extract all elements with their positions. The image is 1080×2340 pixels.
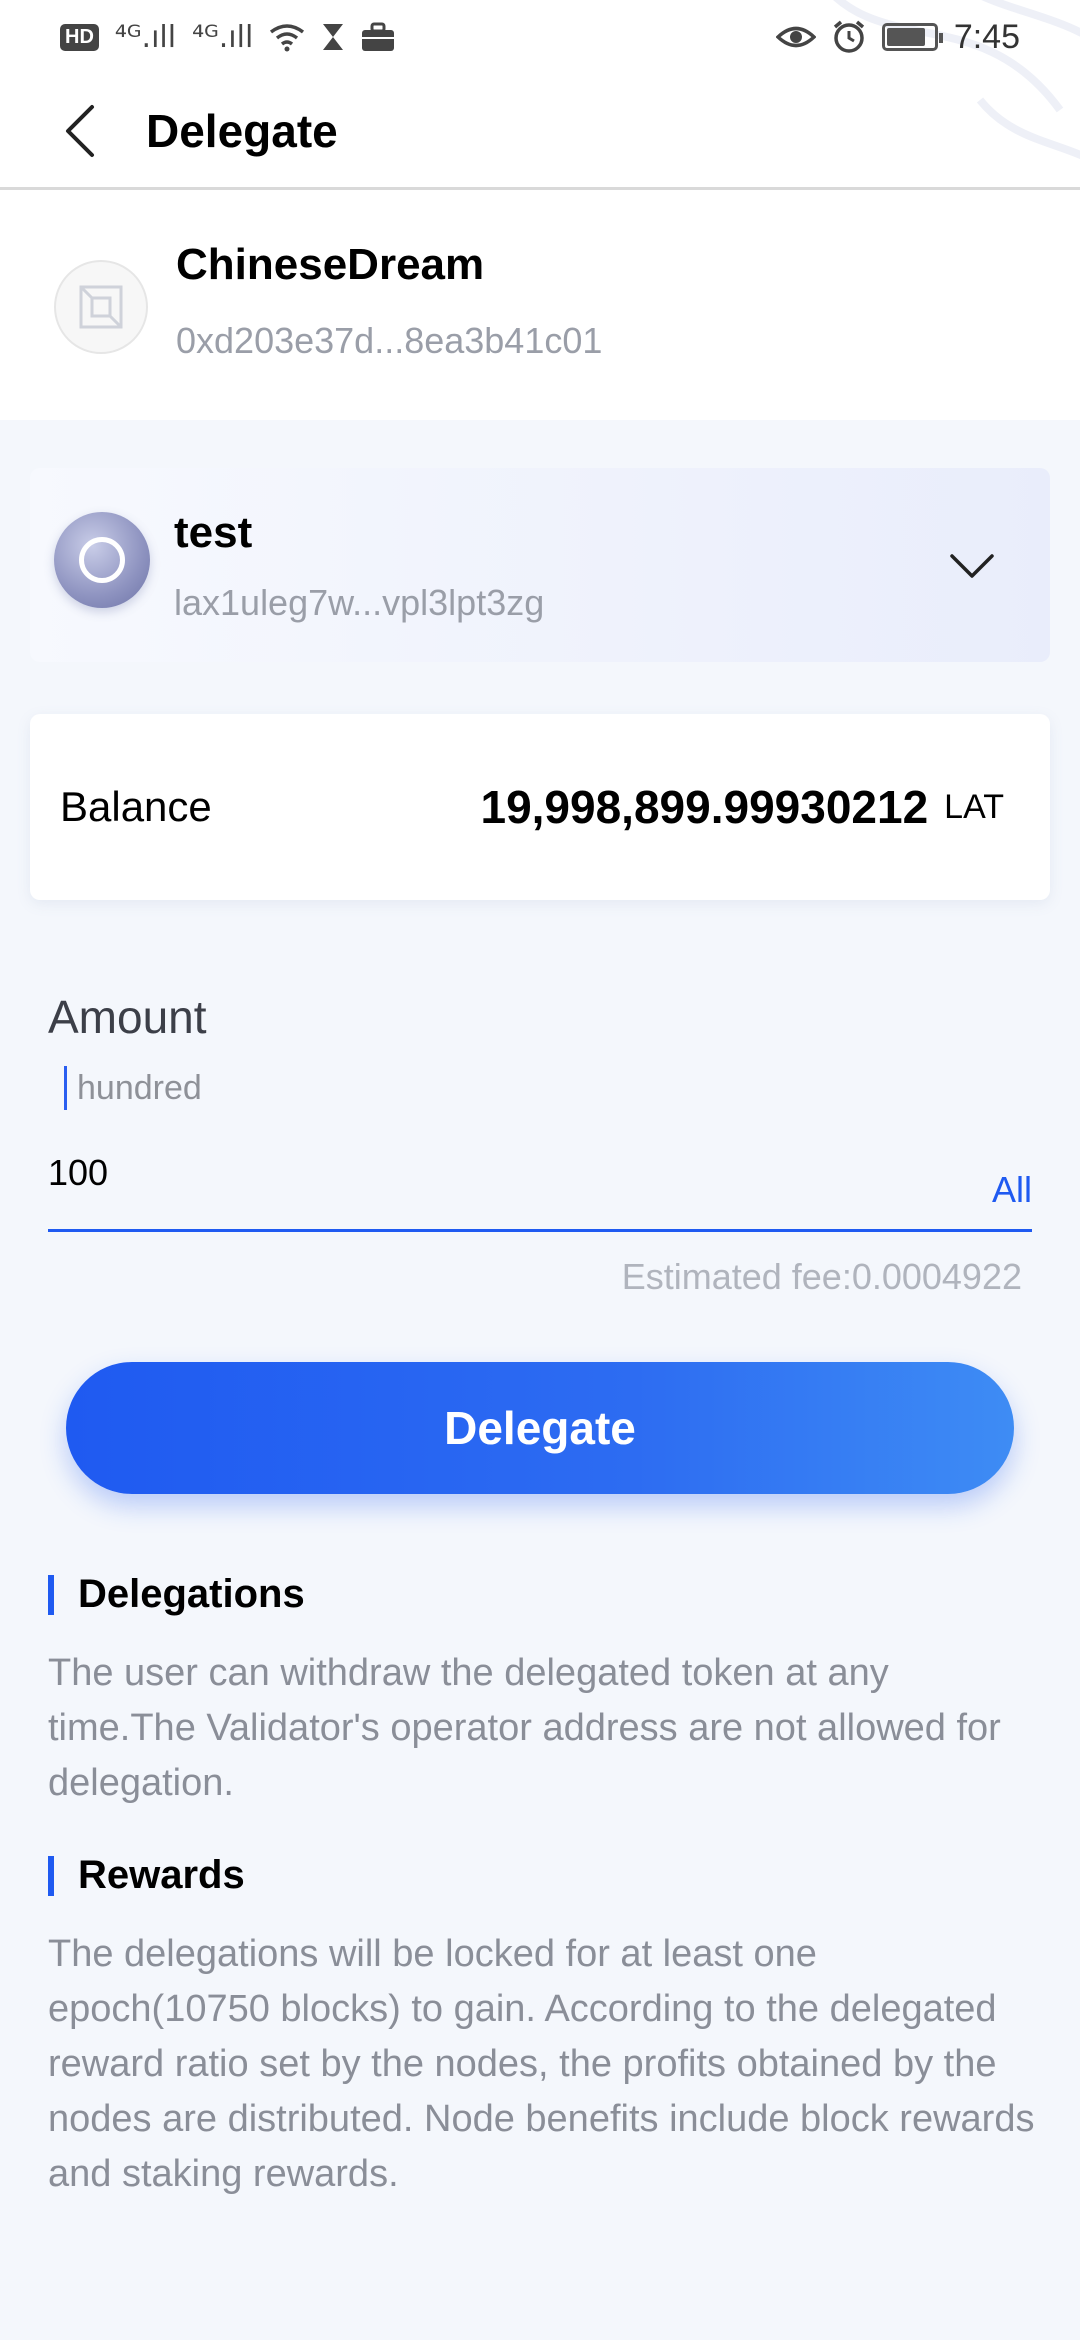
briefcase-icon	[362, 22, 395, 51]
status-right: 7:45	[775, 17, 1020, 57]
balance-label: Balance	[60, 783, 212, 830]
validator-address: 0xd203e37d...8ea3b41c01	[176, 320, 603, 361]
amount-label: Amount	[48, 991, 207, 1043]
estimated-fee: Estimated fee:0.0004922	[621, 1256, 1022, 1297]
back-button[interactable]	[44, 95, 116, 167]
amount-input[interactable]	[48, 1142, 992, 1203]
wallet-selector[interactable]: test lax1uleg7w...vpl3lpt3zg	[30, 468, 1050, 662]
delegations-description: The user can withdraw the delegated toke…	[48, 1652, 1001, 1804]
node-logo-icon	[79, 285, 123, 329]
delegate-button[interactable]: Delegate	[66, 1362, 1014, 1494]
battery-fill	[886, 28, 926, 46]
all-button[interactable]: All	[992, 1169, 1032, 1211]
validator-name: ChineseDream	[176, 240, 485, 289]
chevron-down-icon	[950, 554, 994, 578]
alarm-icon	[833, 20, 864, 53]
signal-4g-icon: ⁴ᴳ.ıll	[192, 19, 254, 55]
validator-avatar	[54, 260, 148, 354]
wallet-name: test	[174, 508, 253, 557]
wifi-icon	[270, 24, 305, 52]
battery-icon	[881, 23, 943, 51]
rewards-heading: Rewards	[48, 1853, 245, 1898]
clock: 7:45	[953, 17, 1020, 56]
section-accent-bar	[48, 1855, 54, 1896]
wallet-avatar	[54, 512, 150, 608]
hourglass-icon	[323, 24, 344, 50]
balance-value: 19,998,899.99930212	[480, 781, 929, 833]
nav-bar: Delegate	[0, 74, 1080, 190]
signal-4g-icon: ⁴ᴳ.ıll	[114, 19, 177, 55]
rewards-title: Rewards	[78, 1853, 245, 1897]
amount-hint: hundred	[64, 1066, 202, 1110]
status-left: HD ⁴ᴳ.ıll ⁴ᴳ.ıll	[60, 20, 395, 55]
validator-info: ChineseDream 0xd203e37d...8ea3b41c01	[54, 240, 602, 362]
balance-unit: LAT	[944, 787, 1004, 826]
validator-text: ChineseDream 0xd203e37d...8ea3b41c01	[176, 240, 602, 362]
wallet-address: lax1uleg7w...vpl3lpt3zg	[174, 582, 545, 623]
hd-icon: HD	[60, 23, 99, 51]
balance-card: Balance 19,998,899.99930212 LAT	[30, 714, 1050, 900]
amount-field: All	[48, 1140, 1032, 1232]
delegations-title: Delegations	[78, 1572, 305, 1616]
delegations-heading: Delegations	[48, 1572, 305, 1617]
wallet-dropdown-button[interactable]	[942, 536, 1002, 596]
wallet-avatar-ring	[79, 537, 125, 583]
section-accent-bar	[48, 1574, 54, 1615]
status-bar: HD ⁴ᴳ.ıll ⁴ᴳ.ıll 7:45	[0, 0, 1080, 74]
rewards-description: The delegations will be locked for at le…	[48, 1933, 1035, 2195]
eye-icon	[775, 26, 816, 48]
chevron-left-icon	[66, 104, 94, 157]
page-title: Delegate	[146, 104, 338, 157]
